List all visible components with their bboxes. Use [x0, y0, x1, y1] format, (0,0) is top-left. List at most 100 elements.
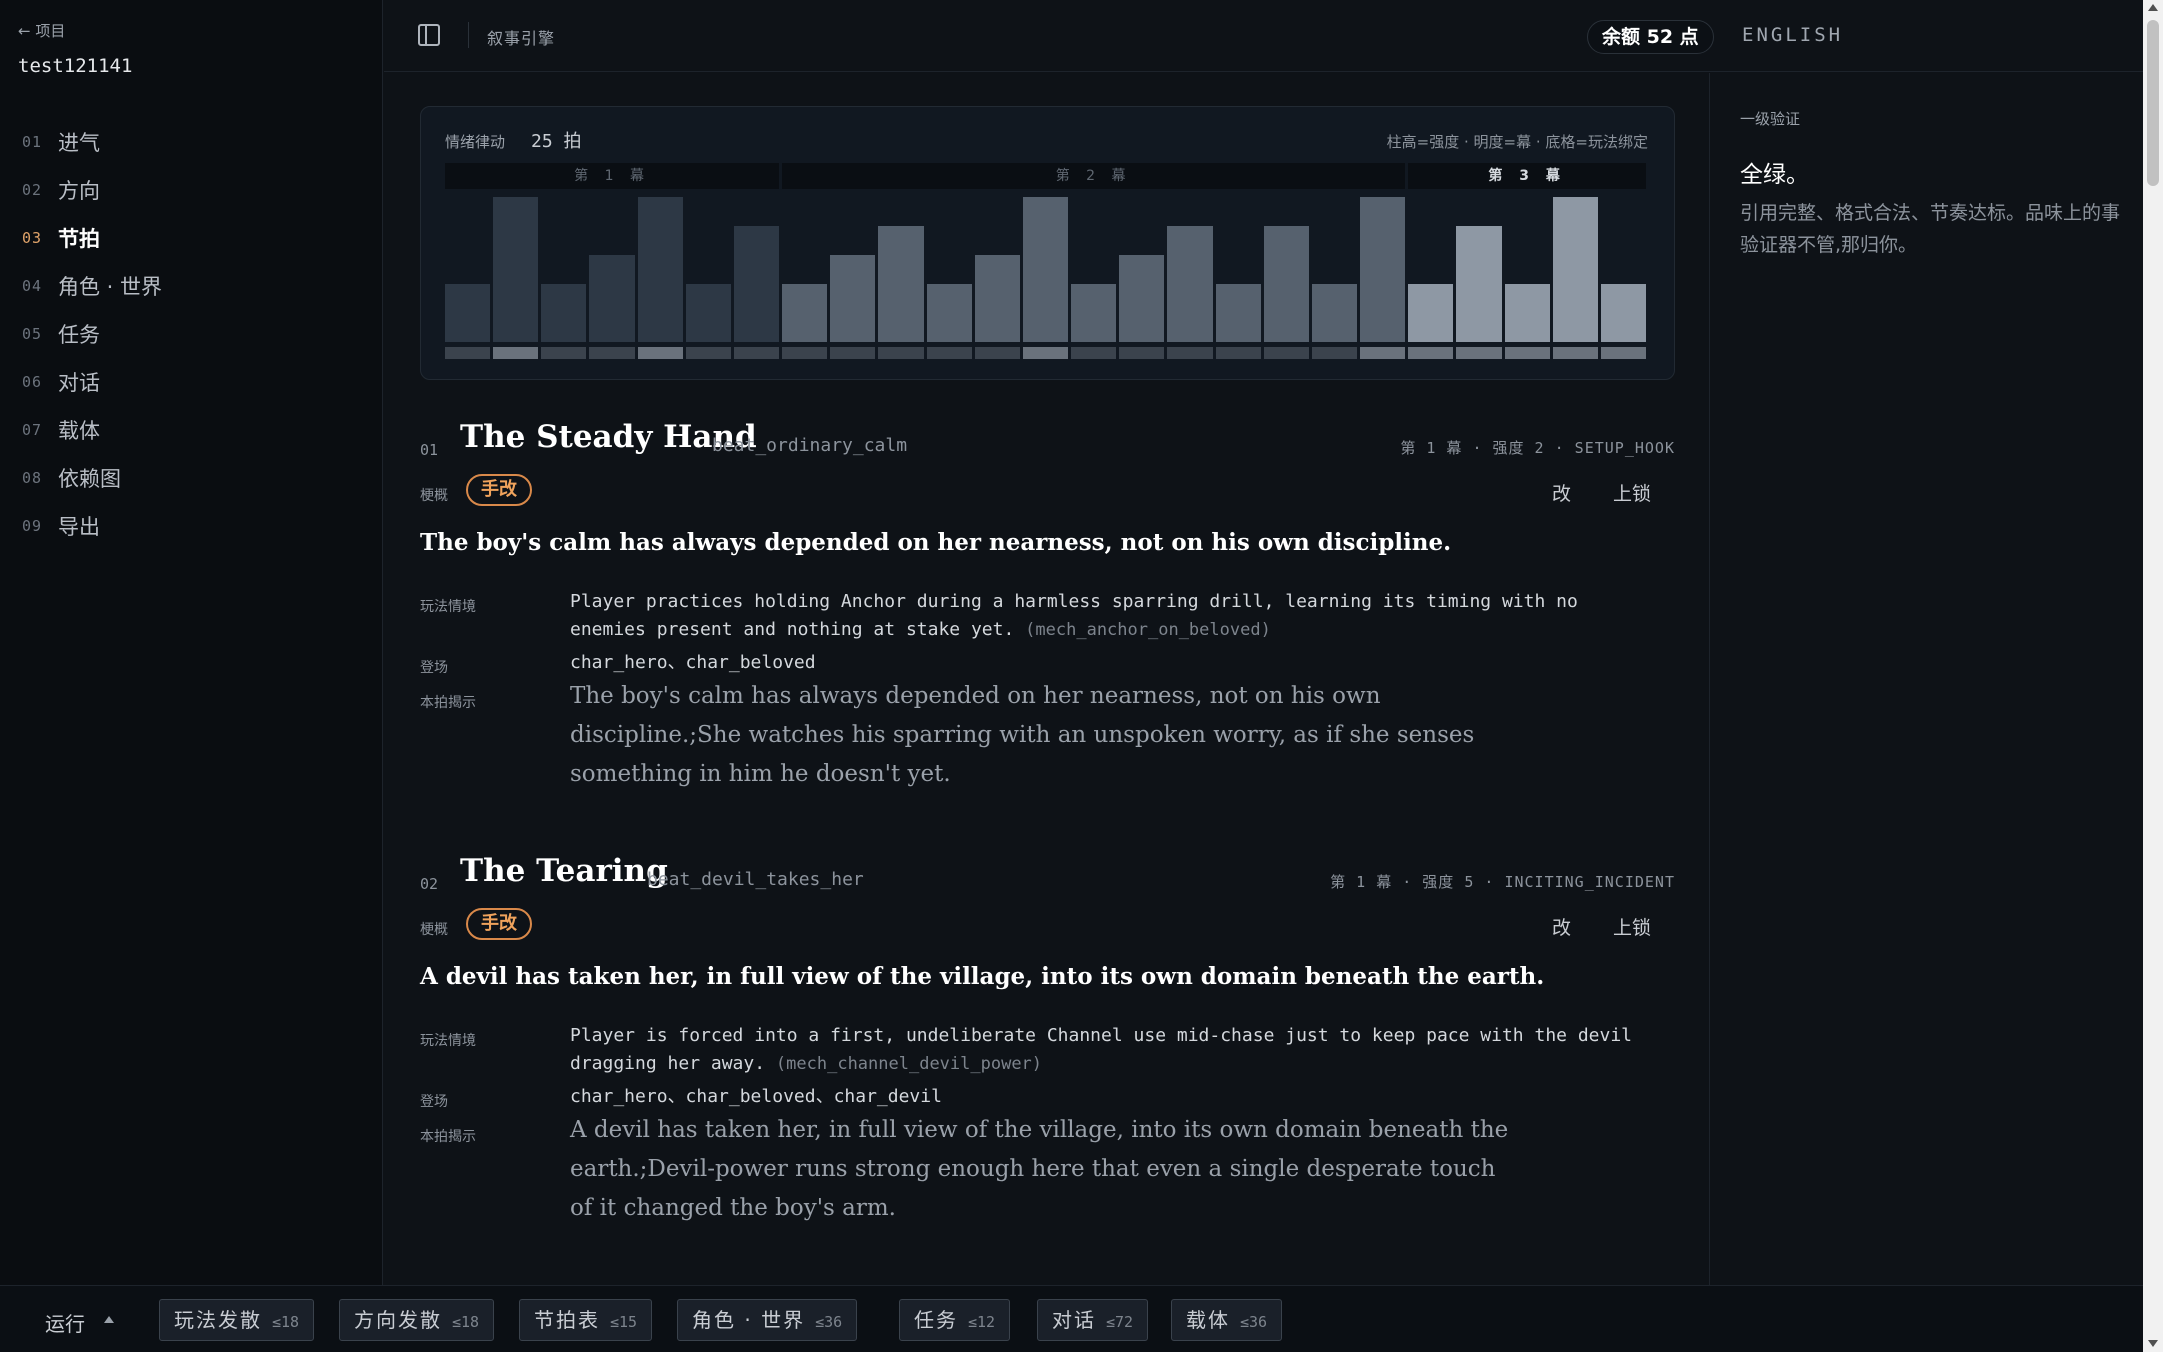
scroll-up-icon[interactable] [2148, 4, 2158, 11]
step-nav: 01 进气 02 方向 03 节拍 04 角色 · 世界 05 任务 06 对话 07 载体 … [22, 118, 162, 550]
task-button-gameplay-divergence[interactable]: 玩法发散 ≤18 [159, 1299, 315, 1341]
sidebar: ← 项目 test121141 01 进气 02 方向 03 节拍 04 角色 · 世界… [0, 0, 383, 1285]
task-button-characters-world[interactable]: 角色 · 世界 ≤36 [677, 1299, 858, 1341]
cast-label: 登场 [420, 1094, 448, 1110]
scroll-down-icon[interactable] [2148, 1340, 2158, 1347]
intensity-bar[interactable] [1167, 226, 1213, 342]
synopsis-label: 梗概 [420, 922, 448, 938]
nav-item-characters-world[interactable]: 04 角色 · 世界 [22, 262, 162, 310]
binding-cell [637, 347, 683, 359]
intensity-bar[interactable] [1022, 197, 1069, 342]
beat-number: 02 [420, 875, 439, 893]
intensity-bar[interactable] [637, 197, 683, 342]
intensity-bar[interactable] [1119, 255, 1165, 342]
intensity-bar[interactable] [1600, 284, 1646, 342]
project-name: test121141 [18, 55, 133, 77]
intensity-bar[interactable] [541, 284, 587, 342]
beat-id: beat_devil_takes_her [647, 869, 864, 890]
nav-item-export[interactable]: 09 导出 [22, 502, 162, 550]
act-segment: 第 3 幕 [1408, 163, 1646, 189]
intensity-bar[interactable] [878, 226, 924, 342]
task-button-carrier[interactable]: 载体 ≤36 [1171, 1299, 1283, 1341]
task-button-quests[interactable]: 任务 ≤12 [899, 1299, 1011, 1341]
beat-meta: 第 1 幕 · 强度 5 · INCITING_INCIDENT [1330, 873, 1675, 891]
intensity-bar[interactable] [1360, 197, 1406, 342]
binding-cell [685, 347, 731, 359]
task-limit: ≤18 [452, 1313, 480, 1331]
run-label[interactable]: 运行 [45, 1308, 85, 1337]
task-name: 角色 · 世界 [692, 1308, 806, 1332]
intensity-bars [445, 197, 1649, 359]
nav-item-label: 载体 [58, 419, 100, 443]
nav-item-label: 导出 [58, 515, 100, 539]
rhythm-label: 情绪律动 [445, 133, 506, 151]
binding-cell [782, 347, 828, 359]
intensity-bar[interactable] [1263, 226, 1309, 342]
intensity-bar[interactable] [1408, 284, 1454, 342]
binding-cell [445, 347, 491, 359]
back-to-projects-link[interactable]: ← 项目 [18, 20, 65, 41]
nav-item-label: 对话 [58, 371, 100, 395]
scroll-thumb[interactable] [2147, 20, 2159, 186]
reveal-label: 本拍揭示 [420, 1129, 476, 1145]
intensity-bar[interactable] [1215, 284, 1261, 342]
beat-title: The Tearing [460, 853, 668, 889]
verification-status: 全绿。 [1740, 162, 1809, 188]
binding-cell [589, 347, 635, 359]
beat-meta: 第 1 幕 · 强度 2 · SETUP_HOOK [1400, 439, 1675, 457]
intensity-bar[interactable] [830, 255, 876, 342]
intensity-bar[interactable] [926, 284, 972, 342]
hand-edited-badge: 手改 [466, 474, 532, 506]
binding-cell [1360, 347, 1406, 359]
nav-item-number: 04 [22, 277, 43, 295]
emotional-rhythm-panel: 情绪律动 25 拍 柱高=强度 · 明度=幕 · 底格=玩法绑定 第 1 幕第 … [420, 106, 1675, 380]
intensity-bar[interactable] [445, 284, 491, 342]
nav-item-fangxiang[interactable]: 02 方向 [22, 166, 162, 214]
beat-count: 25 拍 [531, 131, 582, 152]
nav-item-number: 02 [22, 181, 43, 199]
edit-button[interactable]: 改 [1552, 913, 1571, 940]
gameplay-context: Player is forced into a first, undeliber… [570, 1022, 1660, 1078]
task-name: 对话 [1052, 1308, 1096, 1332]
intensity-bar[interactable] [1552, 197, 1598, 342]
nav-item-jiepai[interactable]: 03 节拍 [22, 214, 162, 262]
lock-button[interactable]: 上锁 [1613, 479, 1651, 506]
nav-item-number: 01 [22, 133, 43, 151]
intensity-bar[interactable] [1456, 226, 1502, 342]
binding-cell [1408, 347, 1454, 359]
intensity-bar[interactable] [1071, 284, 1117, 342]
verification-description: 引用完整、格式合法、节奏达标。品味上的事验证器不管,那归你。 [1740, 202, 2121, 256]
task-button-dialogue[interactable]: 对话 ≤72 [1037, 1299, 1149, 1341]
app-title: 叙事引擎 [487, 29, 556, 48]
intensity-bar[interactable] [1504, 284, 1550, 342]
edit-button[interactable]: 改 [1552, 479, 1571, 506]
nav-item-jinqi[interactable]: 01 进气 [22, 118, 162, 166]
task-name: 玩法发散 [174, 1308, 262, 1332]
binding-cell [1167, 347, 1213, 359]
nav-item-dialogue[interactable]: 06 对话 [22, 358, 162, 406]
intensity-bar[interactable] [733, 226, 780, 342]
binding-cell [878, 347, 924, 359]
page-scrollbar[interactable] [2143, 0, 2163, 1352]
sidebar-toggle-icon[interactable] [418, 24, 440, 46]
intensity-bar[interactable] [589, 255, 635, 342]
act-bar: 第 1 幕第 2 幕第 3 幕 [445, 163, 1649, 189]
intensity-bar[interactable] [782, 284, 828, 342]
nav-item-dependency-graph[interactable]: 08 依赖图 [22, 454, 162, 502]
binding-cell [1263, 347, 1309, 359]
intensity-bar[interactable] [1311, 284, 1358, 342]
caret-up-icon[interactable] [104, 1316, 114, 1323]
language-toggle[interactable]: ENGLISH [1742, 24, 1843, 46]
intensity-bar[interactable] [974, 255, 1020, 342]
beat-number: 01 [420, 441, 439, 459]
nav-item-quests[interactable]: 05 任务 [22, 310, 162, 358]
task-button-direction-divergence[interactable]: 方向发散 ≤18 [339, 1299, 495, 1341]
binding-cell [1504, 347, 1550, 359]
intensity-bar[interactable] [493, 197, 539, 342]
balance-badge: 余额 52 点 [1587, 20, 1714, 54]
task-button-beat-sheet[interactable]: 节拍表 ≤15 [519, 1299, 653, 1341]
nav-item-carrier[interactable]: 07 载体 [22, 406, 162, 454]
lock-button[interactable]: 上锁 [1613, 913, 1651, 940]
binding-cell [926, 347, 972, 359]
intensity-bar[interactable] [685, 284, 731, 342]
